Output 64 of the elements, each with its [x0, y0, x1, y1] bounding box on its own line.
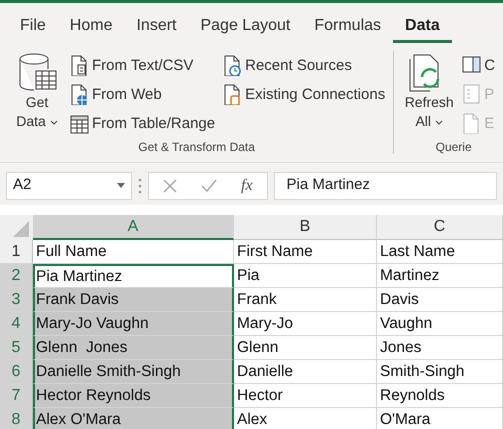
ribbon-button[interactable]: From Text/CSV	[70, 53, 216, 78]
table-cell[interactable]: Danielle Smith-Singh	[33, 360, 234, 384]
large-button[interactable]: Refresh All	[404, 51, 454, 140]
group-label: Querie	[434, 140, 473, 154]
table-cell[interactable]: Hector	[234, 384, 377, 408]
table-cell[interactable]: Frank Davis	[33, 288, 234, 312]
ribbon-button[interactable]: Existing Connections	[223, 82, 386, 107]
column-header[interactable]: C	[377, 215, 503, 240]
row-header[interactable]: 7	[0, 384, 33, 408]
ribbon-tab[interactable]: Formulas	[302, 15, 394, 43]
table-cell[interactable]: Hector Reynolds	[33, 384, 234, 408]
ribbon-tab[interactable]: Home	[58, 15, 124, 43]
row-header[interactable]: 8	[0, 408, 33, 429]
table-cell[interactable]: Mary-Jo Vaughn	[33, 312, 234, 336]
table-cell[interactable]: Pia Martinez	[33, 264, 234, 288]
ribbon-tab[interactable]: File	[8, 15, 58, 43]
table-cell[interactable]: Frank	[234, 288, 377, 312]
group-label: Get & Transform Data	[137, 140, 256, 154]
database-document-icon	[223, 84, 242, 105]
table-cell[interactable]: Reynolds	[377, 384, 503, 408]
caret-icon	[117, 183, 125, 188]
ribbon-tab[interactable]: Insert	[124, 15, 188, 43]
table-cell[interactable]: Last Name	[377, 240, 503, 264]
cancel-icon	[163, 178, 177, 192]
ribbon-tab[interactable]: Page Layout	[188, 15, 302, 43]
formula-field[interactable]: Pia Martinez	[274, 172, 497, 200]
table-cell[interactable]: Danielle	[234, 360, 377, 384]
column-header[interactable]: A	[33, 215, 234, 240]
select-all-icon	[0, 215, 33, 240]
table-cell[interactable]: O'Mara	[377, 408, 503, 429]
table-cell[interactable]: Davis	[377, 288, 503, 312]
clock-document-icon	[223, 55, 242, 76]
list-icon	[462, 84, 482, 105]
ribbon-button[interactable]: C	[462, 53, 496, 78]
ribbon-button[interactable]: From Table/Range	[70, 111, 216, 136]
table-cell[interactable]: Glenn	[234, 336, 377, 360]
table-cell[interactable]: Pia	[234, 264, 377, 288]
function-button[interactable]: fx	[241, 174, 253, 198]
row-header[interactable]: 4	[0, 312, 33, 336]
table-cell[interactable]: Jones	[377, 336, 503, 360]
grip-icon	[138, 178, 142, 194]
document-icon	[70, 55, 89, 76]
table-cell[interactable]: First Name	[234, 240, 377, 264]
row-header[interactable]: 3	[0, 288, 33, 312]
row-header[interactable]: 2	[0, 264, 33, 288]
table-cell[interactable]: Glenn Jones	[33, 336, 234, 360]
row-header[interactable]: 6	[0, 360, 33, 384]
document-icon	[462, 113, 482, 134]
table-cell[interactable]: Smith-Singh	[377, 360, 503, 384]
ribbon-button[interactable]: From Web	[70, 82, 216, 107]
ribbon-tab[interactable]: Data	[393, 15, 452, 43]
table-cell[interactable]: Vaughn	[377, 312, 503, 336]
table-cell[interactable]: Alex O'Mara	[33, 408, 234, 429]
name-box[interactable]: A2	[6, 172, 132, 200]
ribbon-button[interactable]: Recent Sources	[223, 53, 386, 78]
large-button[interactable]: Get Data	[12, 51, 62, 140]
table-cell[interactable]: Martinez	[377, 264, 503, 288]
column-header[interactable]: B	[234, 215, 377, 240]
check-icon	[201, 178, 217, 192]
globe-document-icon	[70, 84, 89, 105]
table-cell[interactable]: Mary-Jo	[234, 312, 377, 336]
table-cell[interactable]: Alex	[234, 408, 377, 429]
row-header[interactable]: 5	[0, 336, 33, 360]
row-header[interactable]: 1	[0, 240, 33, 264]
